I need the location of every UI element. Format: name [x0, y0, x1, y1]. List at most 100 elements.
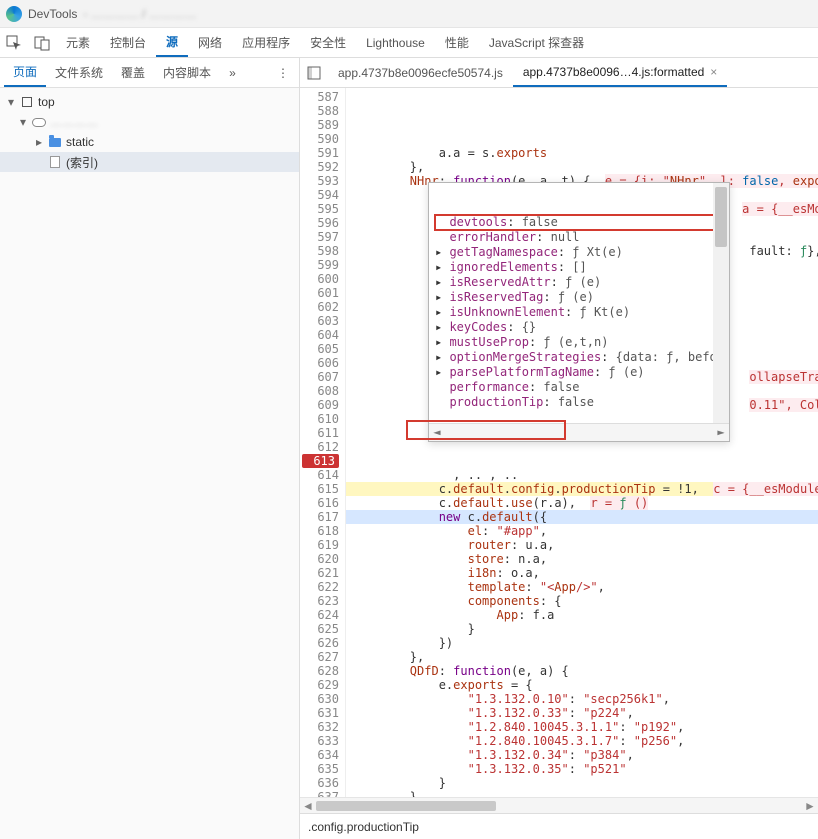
code-line[interactable]: router: u.a,	[346, 538, 818, 552]
code-line[interactable]: new c.default({	[346, 510, 818, 524]
code-line[interactable]: }	[346, 776, 818, 790]
cloud-icon	[32, 115, 46, 129]
tree-domain[interactable]: ▾ …………	[0, 112, 299, 132]
search-input-value: .config.productionTip	[308, 820, 419, 834]
title-suffix: - ………… / …………	[83, 7, 196, 21]
code-line[interactable]: el: "#app",	[346, 524, 818, 538]
popup-row[interactable]: performance: false	[435, 380, 729, 395]
editor-tab-0-label: app.4737b8e0096ecfe50574.js	[338, 66, 503, 80]
tree-static-label: static	[66, 135, 94, 149]
window-titlebar: DevTools - ………… / …………	[0, 0, 818, 28]
code-line[interactable]: components: {	[346, 594, 818, 608]
code-line[interactable]: , .. , ..	[346, 468, 818, 482]
main-tab-strip: 元素 控制台 源 网络 应用程序 安全性 Lighthouse 性能 JavaS…	[0, 28, 818, 58]
code-line[interactable]: }	[346, 622, 818, 636]
code-line[interactable]: },	[346, 160, 818, 174]
tree-top-label: top	[38, 95, 55, 109]
popup-row[interactable]: ▸ getTagNamespace: ƒ Xt(e)	[435, 245, 729, 260]
chevron-down-icon: ▾	[6, 95, 16, 109]
toggle-navigator-button[interactable]	[300, 58, 328, 87]
file-tree[interactable]: ▾ top ▾ ………… ▸ static (索引)	[0, 88, 299, 839]
arrow-left-icon[interactable]: ◄	[300, 799, 316, 813]
editor-area: app.4737b8e0096ecfe50574.js app.4737b8e0…	[300, 58, 818, 839]
tree-index-label: (索引)	[66, 154, 98, 171]
popup-row[interactable]: productionTip: false	[435, 395, 729, 410]
popup-row[interactable]: ▸ isReservedAttr: ƒ (e)	[435, 275, 729, 290]
device-toggle-button[interactable]	[28, 28, 56, 57]
code-line[interactable]: },	[346, 650, 818, 664]
popup-row[interactable]: ▸ mustUseProp: ƒ (e,t,n)	[435, 335, 729, 350]
chevron-right-icon: ▸	[34, 135, 44, 149]
code-line[interactable]: "1.3.132.0.35": "p521"	[346, 762, 818, 776]
code-line[interactable]: "1.2.840.10045.3.1.1": "p192",	[346, 720, 818, 734]
popup-row[interactable]: ▸ ignoredElements: []	[435, 260, 729, 275]
sidebar-tab-filesystem[interactable]: 文件系统	[46, 58, 112, 87]
popup-hscrollbar[interactable]: ◄ ►	[429, 423, 729, 441]
tree-static-folder[interactable]: ▸ static	[0, 132, 299, 152]
edge-icon	[6, 6, 22, 22]
code-viewport[interactable]: 5875885895905915925935945955965975985996…	[300, 88, 818, 797]
line-gutter: 5875885895905915925935945955965975985996…	[300, 88, 346, 797]
tree-top[interactable]: ▾ top	[0, 92, 299, 112]
code-line[interactable]: template: "<App/>",	[346, 580, 818, 594]
frame-icon	[20, 95, 34, 109]
code-line[interactable]	[346, 440, 818, 454]
tab-performance[interactable]: 性能	[435, 28, 479, 57]
tab-sources[interactable]: 源	[156, 28, 188, 57]
title-app: DevTools	[28, 7, 77, 21]
popup-vscrollbar[interactable]	[713, 183, 729, 423]
folder-icon	[48, 135, 62, 149]
popup-row[interactable]: errorHandler: null	[435, 230, 729, 245]
sidebar-tab-page[interactable]: 页面	[4, 58, 46, 87]
code-line[interactable]: c.default.config.productionTip = !1, c =…	[346, 482, 818, 496]
popup-row[interactable]: ▸ isUnknownElement: ƒ Kt(e)	[435, 305, 729, 320]
code-line[interactable]: "1.3.132.0.34": "p384",	[346, 748, 818, 762]
file-icon	[48, 155, 62, 169]
chevron-down-icon: ▾	[18, 115, 28, 129]
tab-network[interactable]: 网络	[188, 28, 232, 57]
sidebar-menu-button[interactable]: ⋮	[271, 66, 295, 80]
tab-security[interactable]: 安全性	[300, 28, 356, 57]
code-line[interactable]: App: f.a	[346, 608, 818, 622]
code-line[interactable]: },	[346, 790, 818, 797]
search-input-bar[interactable]: .config.productionTip	[300, 813, 818, 839]
code-line[interactable]: e.exports = {	[346, 678, 818, 692]
code-line[interactable]: i18n: o.a,	[346, 566, 818, 580]
editor-tab-0[interactable]: app.4737b8e0096ecfe50574.js	[328, 58, 513, 87]
arrow-right-icon[interactable]: ►	[713, 425, 729, 440]
arrow-right-icon[interactable]: ►	[802, 799, 818, 813]
popup-row[interactable]: ▸ optionMergeStrategies: {data: ƒ, befor…	[435, 350, 729, 365]
code-line[interactable]: })	[346, 636, 818, 650]
tab-console[interactable]: 控制台	[100, 28, 156, 57]
editor-tab-strip: app.4737b8e0096ecfe50574.js app.4737b8e0…	[300, 58, 818, 88]
code-line[interactable]	[346, 454, 818, 468]
arrow-left-icon[interactable]: ◄	[429, 425, 445, 440]
editor-tab-1[interactable]: app.4737b8e0096…4.js:formatted ×	[513, 58, 727, 87]
code-line[interactable]: a.a = s.exports	[346, 146, 818, 160]
code-line[interactable]: c.default.use(r.a), r = ƒ ()	[346, 496, 818, 510]
sidebar-tab-more[interactable]: »	[220, 58, 245, 87]
editor-hscrollbar[interactable]: ◄ ►	[300, 797, 818, 813]
tree-index-file[interactable]: (索引)	[0, 152, 299, 172]
tab-js-profiler[interactable]: JavaScript 探查器	[479, 28, 594, 57]
close-icon[interactable]: ×	[710, 65, 717, 79]
editor-tab-1-label: app.4737b8e0096…4.js:formatted	[523, 65, 704, 79]
popup-row[interactable]: ▸ keyCodes: {}	[435, 320, 729, 335]
inspect-button[interactable]	[0, 28, 28, 57]
code-content[interactable]: a.a = s.exports }, NHnr: function(e, a, …	[346, 88, 818, 797]
popup-row[interactable]: devtools: false	[435, 215, 729, 230]
popup-row[interactable]: ▸ parsePlatformTagName: ƒ (e)	[435, 365, 729, 380]
sources-sidebar: 页面 文件系统 覆盖 内容脚本 » ⋮ ▾ top ▾ ………… ▸ stati…	[0, 58, 300, 839]
sidebar-tab-contentscripts[interactable]: 内容脚本	[154, 58, 220, 87]
tab-application[interactable]: 应用程序	[232, 28, 300, 57]
code-line[interactable]: store: n.a,	[346, 552, 818, 566]
code-line[interactable]: "1.2.840.10045.3.1.7": "p256",	[346, 734, 818, 748]
tab-lighthouse[interactable]: Lighthouse	[356, 28, 435, 57]
tab-elements[interactable]: 元素	[56, 28, 100, 57]
sidebar-tab-overrides[interactable]: 覆盖	[112, 58, 154, 87]
object-preview-popup[interactable]: devtools: false errorHandler: null▸ getT…	[428, 182, 730, 442]
popup-row[interactable]: ▸ isReservedTag: ƒ (e)	[435, 290, 729, 305]
code-line[interactable]: "1.3.132.0.10": "secp256k1",	[346, 692, 818, 706]
code-line[interactable]: "1.3.132.0.33": "p224",	[346, 706, 818, 720]
code-line[interactable]: QDfD: function(e, a) {	[346, 664, 818, 678]
